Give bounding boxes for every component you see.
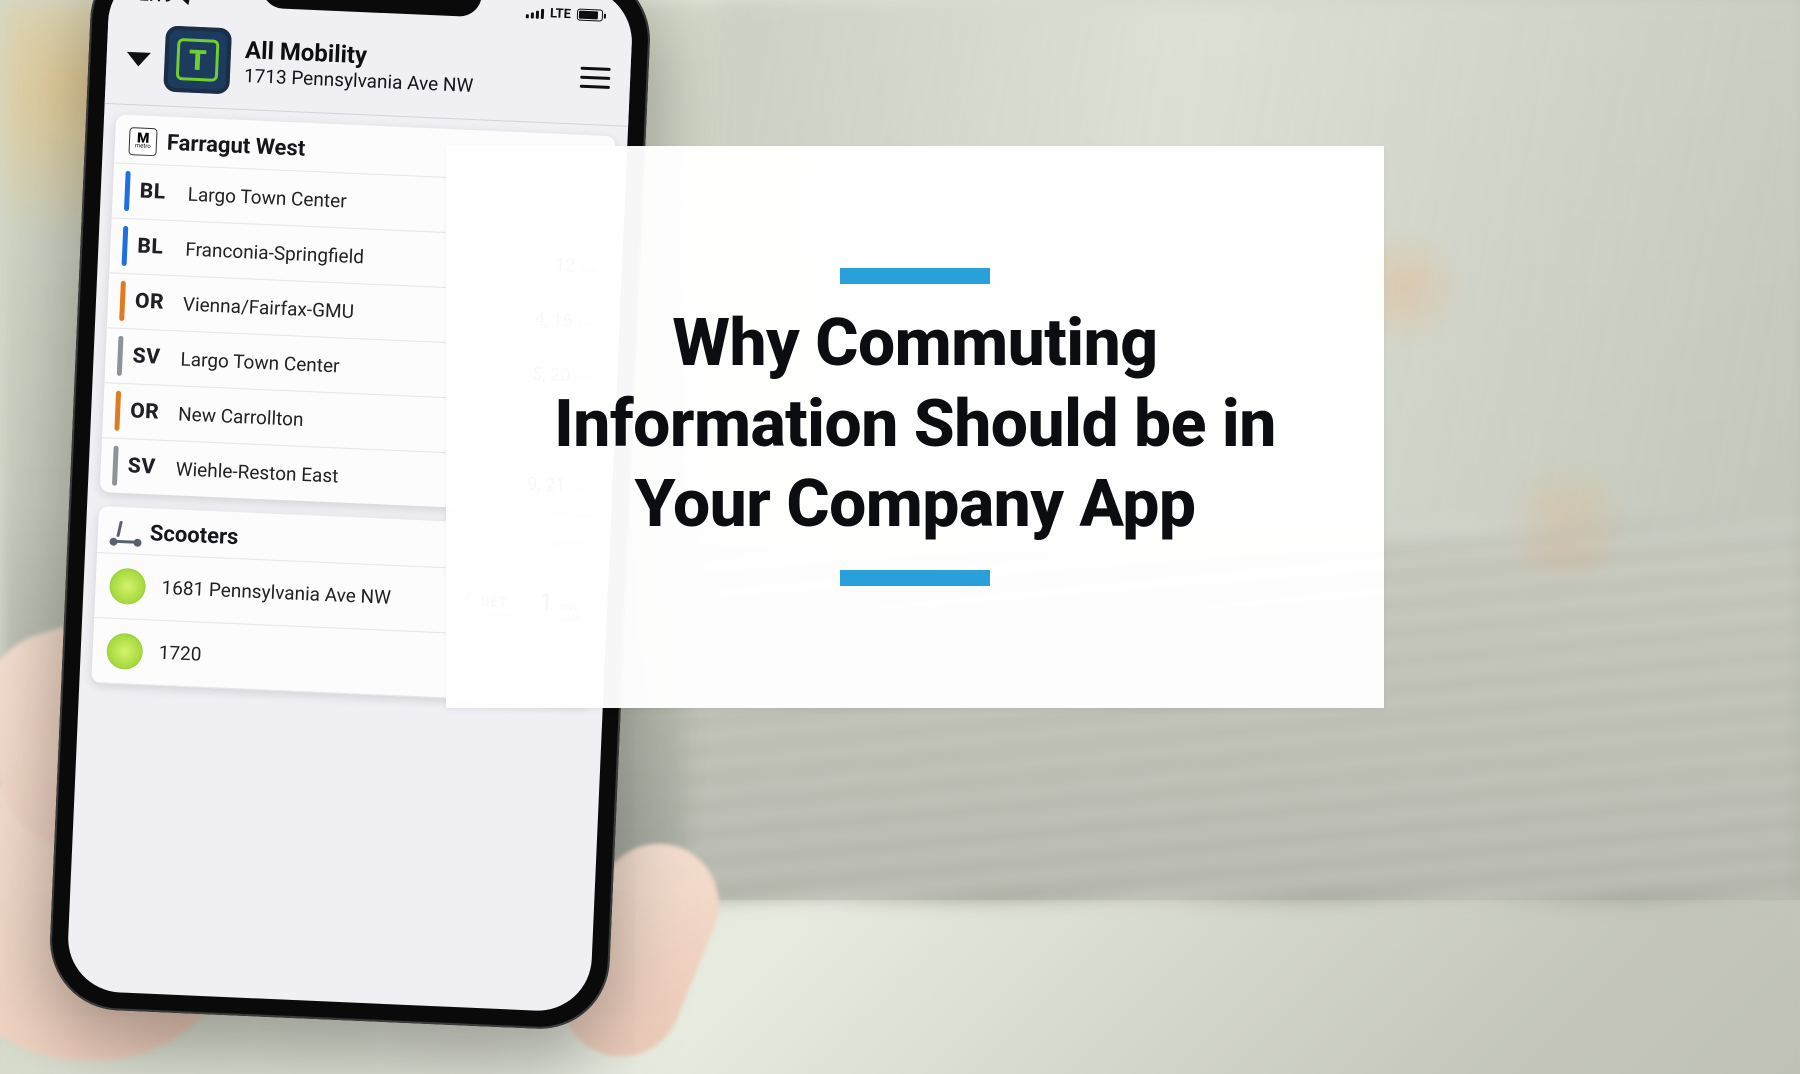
battery-icon [577, 8, 603, 21]
lime-icon [106, 633, 144, 671]
menu-icon[interactable] [580, 66, 611, 88]
line-code: OR [130, 399, 179, 425]
scooter-icon [111, 521, 140, 544]
location-arrow-icon [179, 0, 195, 5]
line-color-marker [119, 281, 126, 321]
line-color-marker [117, 336, 124, 376]
line-code: BL [139, 180, 188, 206]
line-code: BL [137, 235, 186, 261]
signal-icon [526, 6, 545, 19]
scooters-title: Scooters [149, 521, 239, 550]
scooter-address: 1681 Pennsylvania Ave NW [161, 577, 450, 611]
line-color-marker [114, 391, 121, 431]
metro-station-name: Farragut West [166, 130, 305, 161]
line-color-marker [112, 446, 119, 486]
line-code: OR [134, 289, 183, 315]
line-color-marker [122, 226, 129, 266]
accent-bar-bottom [840, 570, 990, 586]
network-label: LTE [550, 6, 572, 22]
status-time: 2:19 [139, 0, 174, 7]
metro-icon: Mmetro [128, 127, 157, 156]
accent-bar-top [840, 268, 990, 284]
lime-icon [109, 568, 147, 606]
line-color-marker [124, 171, 131, 211]
overlay-title-card: Why Commuting Information Should be in Y… [446, 146, 1384, 708]
app-icon[interactable]: T [163, 26, 232, 95]
line-code: SV [127, 454, 176, 480]
chevron-down-icon[interactable] [126, 52, 151, 67]
overlay-title: Why Commuting Information Should be in Y… [506, 304, 1324, 546]
line-code: SV [132, 344, 181, 370]
